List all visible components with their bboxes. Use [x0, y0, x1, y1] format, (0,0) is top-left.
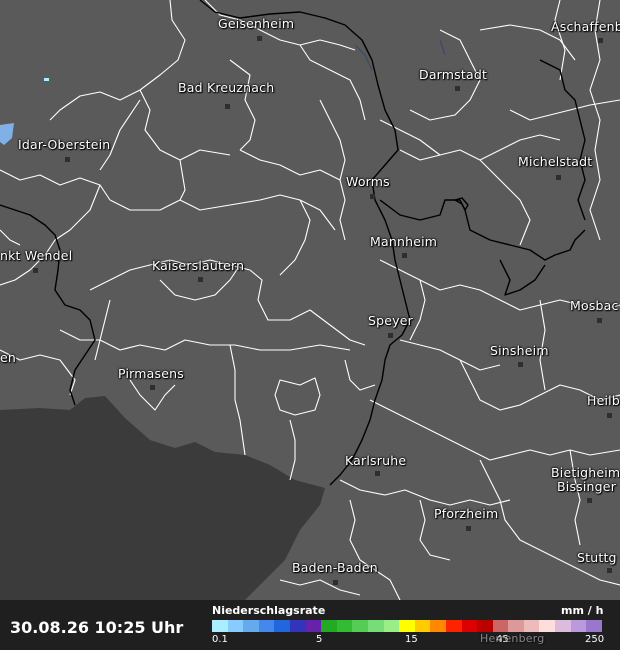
- city-label-geisenheim: Geisenheim: [218, 16, 295, 31]
- city-label-mannheim: Mannheim: [370, 234, 438, 249]
- rain-patch: [44, 78, 49, 81]
- city-label-herrenberg: Herrenberg: [480, 632, 545, 645]
- city-marker: [466, 526, 471, 531]
- city-marker: [225, 104, 230, 109]
- city-label-idar-oberstein: Idar-Oberstein: [18, 137, 111, 152]
- legend-unit: mm / h: [561, 604, 604, 617]
- timestamp: 30.08.26 10:25 Uhr: [10, 618, 184, 637]
- color-scale: [212, 620, 602, 632]
- legend-swatch: [508, 620, 524, 632]
- weather-radar-map[interactable]: [0, 0, 620, 600]
- city-label-pforzheim: Pforzheim: [434, 506, 499, 521]
- legend-swatch: [227, 620, 244, 632]
- legend-swatch: [367, 620, 384, 632]
- city-marker: [388, 333, 393, 338]
- city-marker: [607, 568, 612, 573]
- city-label-darmstadt: Darmstadt: [419, 67, 488, 82]
- city-label-partial-left: en: [0, 350, 17, 365]
- legend-swatch: [570, 620, 587, 632]
- legend-tick: 250: [585, 634, 605, 645]
- city-marker: [370, 194, 375, 199]
- city-marker: [375, 471, 380, 476]
- legend-bar-footer: 30.08.26 10:25 Uhr Niederschlagsrate mm …: [0, 600, 620, 650]
- legend-swatch: [383, 620, 400, 632]
- city-marker: [455, 86, 460, 91]
- legend-swatch: [445, 620, 462, 632]
- city-label-pirmasens: Pirmasens: [118, 366, 184, 381]
- city-label-bissingen: Bissinger: [557, 479, 617, 494]
- legend-swatch: [274, 620, 290, 632]
- legend-title: Niederschlagsrate: [212, 604, 326, 617]
- legend-tick: 5: [316, 634, 323, 645]
- legend-swatch: [305, 620, 322, 632]
- city-marker: [402, 253, 407, 258]
- city-label-bietigheim: Bietigheim: [551, 465, 620, 480]
- legend-swatch: [477, 620, 493, 632]
- legend-swatch: [399, 620, 415, 632]
- city-label-aschaffenburg: Aschaffenb: [551, 19, 620, 34]
- city-marker: [33, 268, 38, 273]
- legend-tick: 0.1: [212, 634, 228, 645]
- city-marker: [597, 318, 602, 323]
- city-label-bad-kreuznach: Bad Kreuznach: [178, 80, 275, 95]
- city-marker: [65, 157, 70, 162]
- legend-swatch: [414, 620, 431, 632]
- city-label-speyer: Speyer: [368, 313, 413, 328]
- city-marker: [556, 175, 561, 180]
- legend-swatch: [243, 620, 259, 632]
- legend-swatch: [492, 620, 509, 632]
- city-label-heilbronn: Heilb: [587, 393, 620, 408]
- city-marker: [587, 498, 592, 503]
- city-marker: [518, 362, 523, 367]
- city-label-baden-baden: Baden-Baden: [292, 560, 378, 575]
- city-marker: [607, 413, 612, 418]
- city-label-sinsheim: Sinsheim: [490, 343, 549, 358]
- legend-swatch: [258, 620, 275, 632]
- legend-swatch: [352, 620, 368, 632]
- city-marker: [333, 580, 338, 585]
- legend-swatch: [461, 620, 478, 632]
- legend-swatch: [289, 620, 306, 632]
- legend-tick: 15: [405, 634, 418, 645]
- city-label-karlsruhe: Karlsruhe: [345, 453, 407, 468]
- city-label-st-wendel: nkt Wendel: [0, 248, 73, 263]
- legend-swatch: [586, 620, 602, 632]
- city-label-michelstadt: Michelstadt: [518, 154, 593, 169]
- legend-swatch: [430, 620, 446, 632]
- legend-swatch: [555, 620, 571, 632]
- legend-swatch: [539, 620, 556, 632]
- city-label-mosbach: Mosbac: [570, 298, 619, 313]
- city-marker: [150, 385, 155, 390]
- city-marker: [257, 36, 262, 41]
- city-marker: [598, 38, 603, 43]
- city-label-kaiserslautern: Kaiserslautern: [152, 258, 245, 273]
- legend-swatch: [336, 620, 353, 632]
- legend-swatch: [321, 620, 337, 632]
- legend-swatch: [523, 620, 540, 632]
- city-marker: [198, 277, 203, 282]
- city-label-stuttgart: Stuttg: [577, 550, 617, 565]
- legend-swatch: [212, 620, 228, 632]
- city-label-worms: Worms: [346, 174, 390, 189]
